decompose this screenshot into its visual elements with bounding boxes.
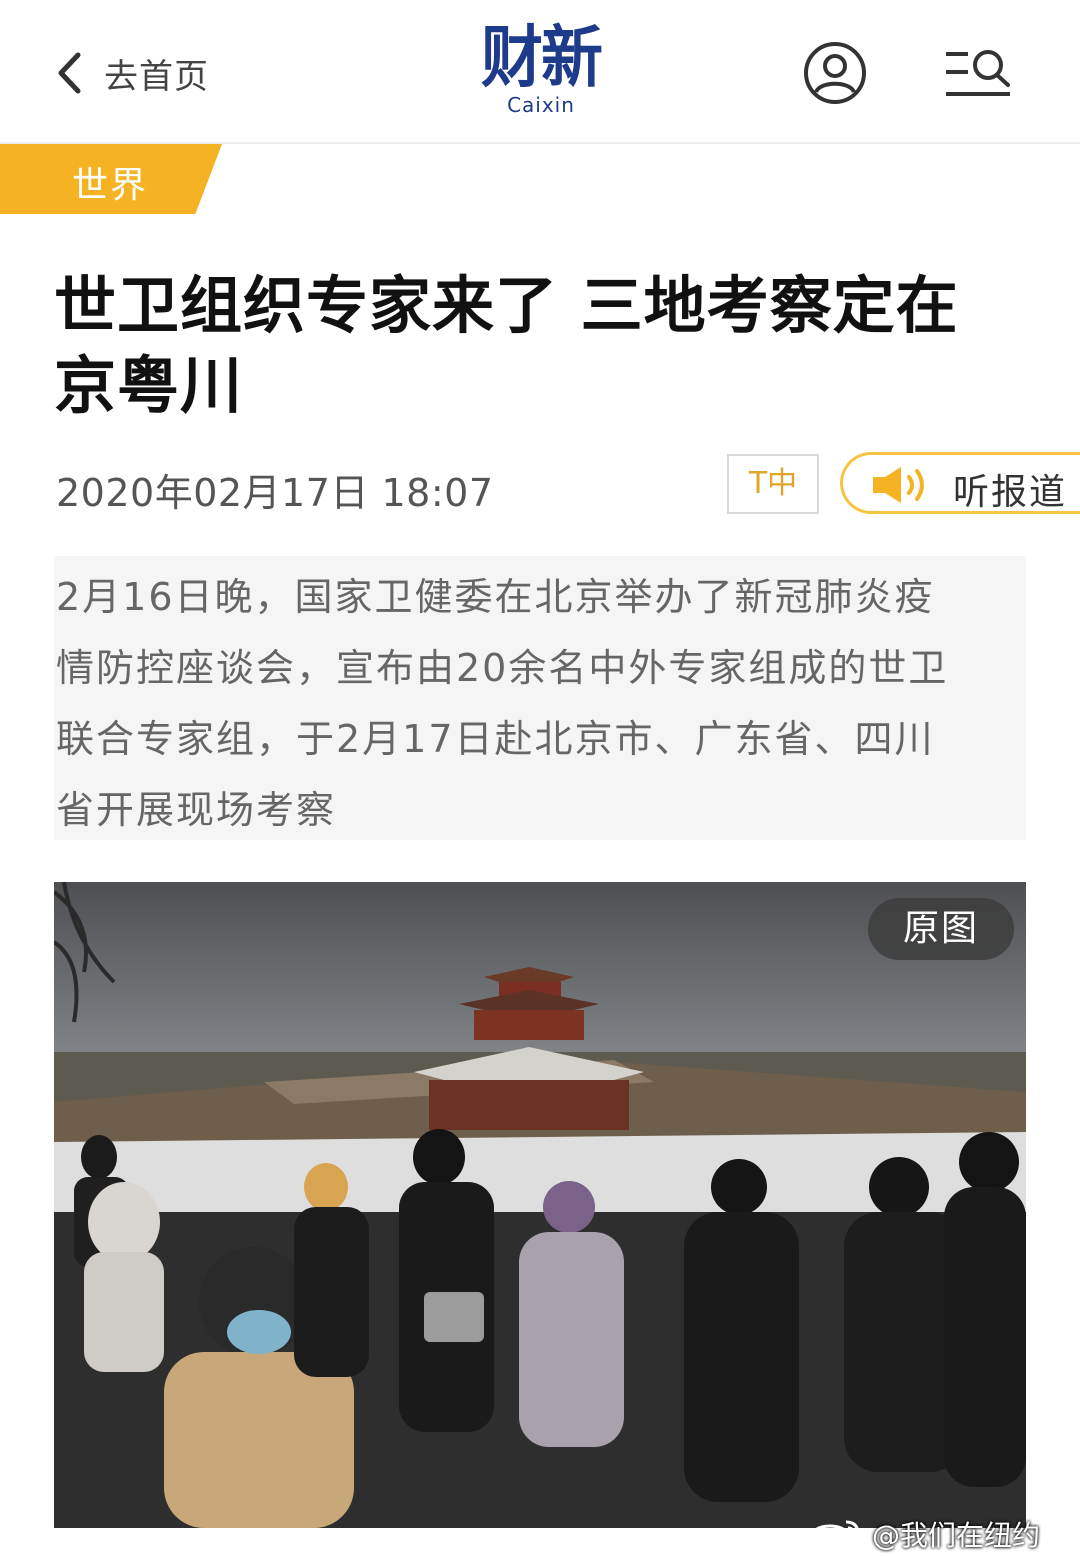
- logo-chinese: 财新: [480, 18, 603, 97]
- section-tag[interactable]: 世界: [0, 144, 222, 214]
- watermark-text: @我们在纽约: [872, 1519, 1041, 1552]
- title-line-2: 京粤川: [54, 349, 244, 422]
- forbidden-city-photo: [54, 882, 1026, 1528]
- article-summary: 2月16日晚，国家卫健委在北京举办了新冠肺炎疫 情防控座谈会，宣布由20余名中外…: [54, 556, 1026, 840]
- publish-date: 2020年02月17日 18:07: [56, 471, 494, 515]
- title-line-1: 世卫组织专家来了 三地考察定在: [54, 269, 959, 342]
- font-size-button[interactable]: T中: [727, 454, 819, 514]
- summary-line-2: 情防控座谈会，宣布由20余名中外专家组成的世卫: [56, 646, 949, 690]
- speaker-icon: [873, 467, 924, 503]
- weibo-logo: [808, 1520, 860, 1552]
- weibo-watermark: @我们在纽约: [808, 1514, 1040, 1554]
- top-bar: 去首页 财新 Caixin: [0, 0, 1080, 144]
- user-circle-icon[interactable]: [803, 41, 867, 105]
- summary-line-3: 联合专家组，于2月17日赴北京市、广东省、四川: [56, 717, 935, 761]
- back-label: 去首页: [104, 56, 209, 97]
- article-title: 世卫组织专家来了 三地考察定在 京粤川: [54, 266, 1034, 426]
- article-photo[interactable]: [54, 882, 1026, 1528]
- listen-label: 听报道: [953, 472, 1068, 513]
- listen-button[interactable]: 听报道: [840, 452, 1080, 514]
- summary-line-1: 2月16日晚，国家卫健委在北京举办了新冠肺炎疫: [56, 575, 935, 619]
- logo-english: Caixin: [507, 93, 575, 117]
- chevron-left-icon: [58, 52, 81, 94]
- menu-search-icon[interactable]: [944, 48, 1014, 100]
- section-tag-label: 世界: [72, 165, 149, 206]
- view-original-button[interactable]: 原图: [868, 898, 1014, 960]
- caixin-logo[interactable]: 财新 Caixin: [470, 18, 612, 122]
- summary-text: 2月16日晚，国家卫健委在北京举办了新冠肺炎疫 情防控座谈会，宣布由20余名中外…: [56, 562, 1024, 846]
- back-to-home-link[interactable]: 去首页: [56, 48, 209, 98]
- summary-line-4: 省开展现场考察: [56, 788, 337, 832]
